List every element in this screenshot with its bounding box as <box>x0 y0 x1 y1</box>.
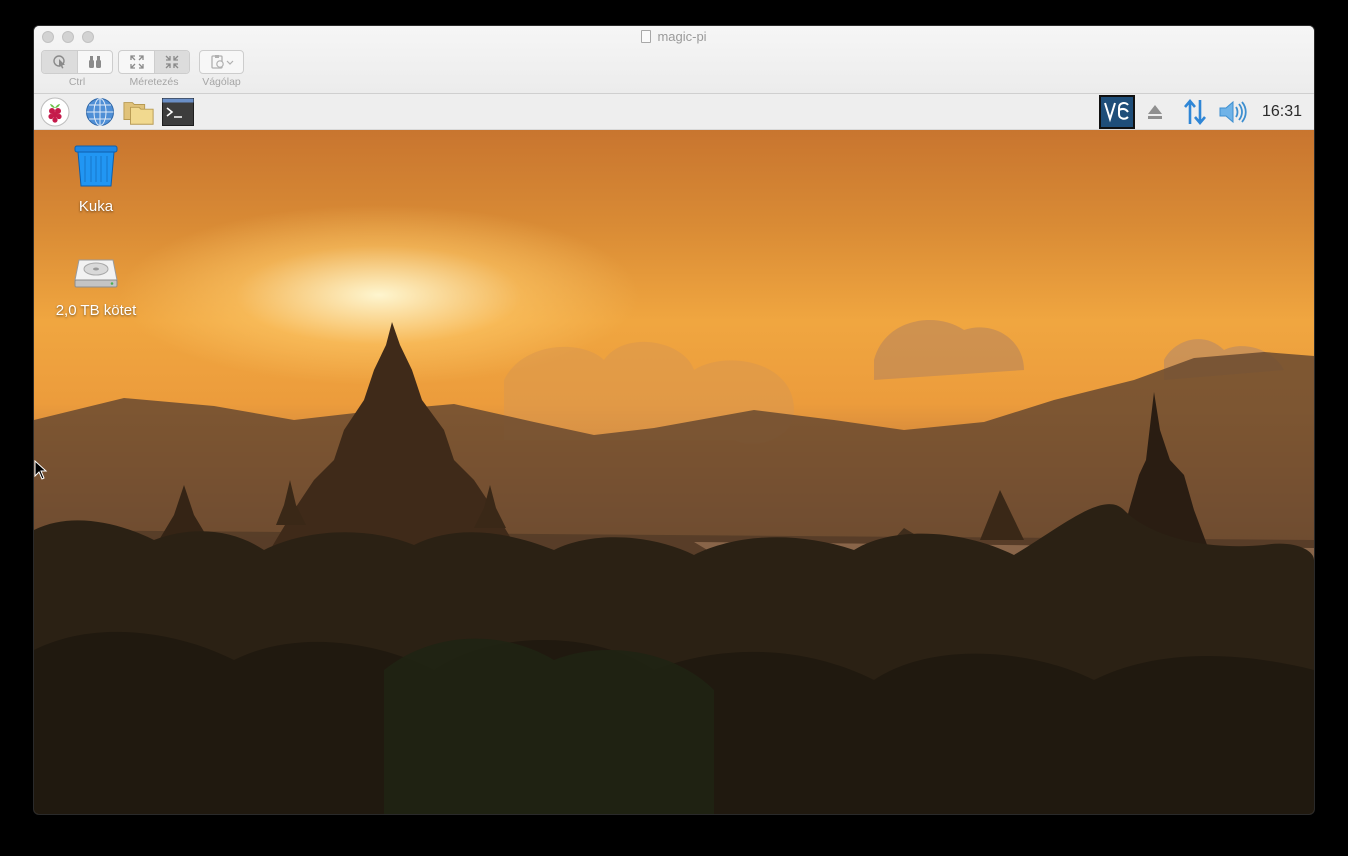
terminal-button[interactable] <box>162 97 194 127</box>
window-titlebar: magic-pi Ctrl Méretezés Vágólap <box>34 26 1314 94</box>
desktop-background[interactable]: Kuka 2,0 TB kötet <box>34 130 1314 814</box>
pointer-icon <box>52 55 65 69</box>
eject-icon <box>1148 105 1162 119</box>
binoculars-icon <box>89 56 101 68</box>
desktop-icon-volume[interactable]: 2,0 TB kötet <box>36 256 156 319</box>
terminal-icon <box>162 98 194 126</box>
file-manager-icon <box>123 102 154 125</box>
expand-icon <box>129 55 144 69</box>
desktop-icon-trash[interactable]: Kuka <box>36 144 156 215</box>
clipboard-icon <box>210 55 233 69</box>
vnc-icon <box>1104 102 1129 123</box>
wallpaper-landscape <box>34 320 1314 814</box>
vnc-server-button[interactable] <box>1099 95 1135 129</box>
vnc-viewer-window: magic-pi Ctrl Méretezés Vágólap 16:31 Ku… <box>34 26 1314 814</box>
trash-icon <box>74 145 118 187</box>
raspberry-menu-icon <box>40 97 70 127</box>
alt-key-button[interactable] <box>77 51 112 73</box>
network-icon <box>1184 98 1206 126</box>
window-title: magic-pi <box>34 29 1314 44</box>
volume-icon <box>1219 100 1247 124</box>
ctrl-group-label: Ctrl <box>68 76 86 88</box>
clipboard-group-label: Vágólap <box>202 76 241 88</box>
scaling-toolbar-group: Méretezés <box>118 50 190 88</box>
taskbar-clock[interactable]: 16:31 <box>1262 103 1302 121</box>
network-button[interactable] <box>1179 97 1211 127</box>
clipboard-toolbar-group: Vágólap <box>199 50 244 88</box>
file-manager-button[interactable] <box>123 97 155 127</box>
ctrl-toolbar-group: Ctrl <box>41 50 113 88</box>
ctrl-key-button[interactable] <box>42 51 77 73</box>
desktop-icon-label: Kuka <box>78 198 114 215</box>
web-browser-button[interactable] <box>84 97 116 127</box>
volume-button[interactable] <box>1217 97 1249 127</box>
scale-to-window-button[interactable] <box>154 51 189 73</box>
mouse-cursor-icon <box>34 460 48 480</box>
desktop-icon-label: 2,0 TB kötet <box>55 302 137 319</box>
clipboard-button[interactable] <box>200 51 243 73</box>
fullscreen-button[interactable] <box>119 51 154 73</box>
web-browser-icon <box>86 98 114 126</box>
raspberry-menu-button[interactable] <box>39 97 71 127</box>
scaling-group-label: Méretezés <box>129 76 179 88</box>
window-title-text: magic-pi <box>657 29 707 44</box>
hard-drive-icon <box>74 259 118 288</box>
shrink-icon <box>165 55 179 69</box>
eject-button[interactable] <box>1139 97 1171 127</box>
pi-taskbar: 16:31 <box>34 94 1314 130</box>
document-icon <box>641 30 652 43</box>
